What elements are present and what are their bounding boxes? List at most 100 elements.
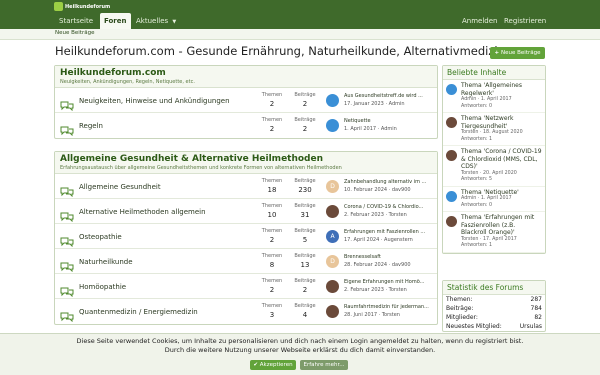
threads-label: Themen bbox=[261, 117, 283, 123]
forum-title[interactable]: Naturheilkunde bbox=[79, 258, 133, 266]
forum-chat-icon bbox=[60, 96, 74, 112]
popular-item[interactable]: Thema 'Netzwerk Tiergesundheit' Torsten ·… bbox=[443, 113, 545, 146]
forum-row[interactable]: Quantenmedizin / Energiemedizin Themen 3 Be… bbox=[55, 299, 437, 324]
last-post-title[interactable]: Raumfahrtmedizin für jederman... bbox=[344, 304, 436, 310]
category-heilkundeforum: Heilkundeforum.com Neuigkeiten, Ankündig… bbox=[54, 65, 438, 139]
new-posts-button-label: Neue Beiträge bbox=[501, 50, 541, 56]
forum-title[interactable]: Homöopathie bbox=[79, 283, 126, 291]
last-post-title[interactable]: Aus Gesundheitstreff.de wird ... bbox=[344, 93, 436, 99]
tab-foren[interactable]: Foren bbox=[100, 13, 131, 29]
thread-count: Themen 10 bbox=[257, 203, 287, 219]
popular-item-replies: Antworten: 0 bbox=[461, 103, 493, 109]
forum-row[interactable]: Homöopathie Themen 2 Beiträge 2 Eigene Erfahr… bbox=[55, 274, 437, 299]
posts-label: Beiträge bbox=[294, 228, 316, 234]
popular-item[interactable]: Thema 'Erfahrungen mit Faszienrollen (z.… bbox=[443, 212, 545, 253]
last-post-title[interactable]: Zahnbehandlung alternativ im ... bbox=[344, 179, 436, 185]
learn-more-button[interactable]: Erfahre mehr... bbox=[300, 360, 348, 370]
forum-stats-block: Statistik des Forums Themen: 287 Beiträge:… bbox=[442, 280, 546, 332]
tab-aktuelles-label: Aktuelles bbox=[136, 17, 169, 25]
forum-title[interactable]: Quantenmedizin / Energiemedizin bbox=[79, 308, 198, 316]
threads-label: Themen bbox=[261, 178, 283, 184]
forum-row[interactable]: Naturheilkunde Themen 8 Beiträge 13 D Brenness… bbox=[55, 249, 437, 274]
forum-title[interactable]: Neuigkeiten, Hinweise und Ankündigungen bbox=[79, 97, 230, 105]
popular-item-title[interactable]: Thema 'Corona / COVID-19 & Chlordioxid (… bbox=[461, 148, 542, 171]
popular-item-title[interactable]: Thema 'Netiquette' bbox=[461, 189, 542, 197]
login-link[interactable]: Anmelden bbox=[462, 13, 497, 29]
popular-item[interactable]: Thema 'Corona / COVID-19 & Chlordioxid (… bbox=[443, 146, 545, 187]
forum-chat-icon bbox=[60, 182, 74, 198]
forum-row[interactable]: Neuigkeiten, Hinweise und Ankündigungen T… bbox=[55, 88, 437, 113]
thread-count: Themen 18 bbox=[257, 178, 287, 194]
avatar[interactable]: D bbox=[326, 180, 339, 193]
stats-label: Neuestes Mitglied: bbox=[446, 323, 502, 330]
popular-item[interactable]: Thema 'Netiquette' Admin · 1. April 2017 A… bbox=[443, 187, 545, 212]
forum-row[interactable]: Allgemeine Gesundheit Themen 18 Beiträge 230… bbox=[55, 174, 437, 199]
avatar[interactable] bbox=[326, 205, 339, 218]
avatar[interactable]: D bbox=[326, 255, 339, 268]
thread-count: Themen 2 bbox=[257, 228, 287, 244]
avatar[interactable] bbox=[326, 280, 339, 293]
tab-aktuelles[interactable]: Aktuelles ▼ bbox=[132, 13, 180, 29]
posts-label: Beiträge bbox=[294, 303, 316, 309]
forum-title[interactable]: Alternative Heilmethoden allgemein bbox=[79, 208, 206, 216]
threads-value: 8 bbox=[269, 261, 275, 269]
register-link[interactable]: Registrieren bbox=[504, 13, 546, 29]
site-logo[interactable]: Heilkundeforum bbox=[54, 2, 110, 11]
popular-item-title[interactable]: Thema 'Erfahrungen mit Faszienrollen (z.… bbox=[461, 214, 542, 237]
avatar[interactable] bbox=[446, 190, 457, 202]
sub-nav: Neue Beiträge bbox=[0, 29, 600, 40]
logo-icon bbox=[54, 2, 63, 11]
forum-title[interactable]: Osteopathie bbox=[79, 233, 122, 241]
threads-label: Themen bbox=[261, 92, 283, 98]
popular-item-title[interactable]: Thema 'Allgemeines Regelwerk' bbox=[461, 82, 542, 97]
posts-label: Beiträge bbox=[294, 278, 316, 284]
category-description: Neuigkeiten, Ankündigungen, Regeln, Neti… bbox=[60, 79, 195, 85]
avatar[interactable] bbox=[446, 216, 457, 227]
popular-item-replies: Antworten: 1 bbox=[461, 243, 493, 248]
threads-value: 2 bbox=[269, 236, 275, 244]
post-count: Beiträge 2 bbox=[290, 278, 320, 294]
avatar[interactable]: A bbox=[326, 230, 339, 243]
thread-count: Themen 2 bbox=[257, 278, 287, 294]
post-count: Beiträge 2 bbox=[290, 92, 320, 108]
stats-row: Neuestes Mitglied: Ursulas bbox=[443, 322, 545, 331]
last-post-title[interactable]: Brennesselsaft bbox=[344, 254, 436, 260]
forum-chat-icon bbox=[60, 257, 74, 273]
category-title[interactable]: Heilkundeforum.com bbox=[60, 68, 432, 78]
last-post-title[interactable]: Netiquette bbox=[344, 118, 436, 124]
last-post-meta: 28. Februar 2024 · dav900 bbox=[344, 262, 411, 268]
popular-item[interactable]: Thema 'Allgemeines Regelwerk' Admin · 1. … bbox=[443, 80, 545, 113]
posts-value: 31 bbox=[300, 211, 310, 219]
accept-cookies-label: Akzeptieren bbox=[259, 362, 293, 368]
forum-title[interactable]: Allgemeine Gesundheit bbox=[79, 183, 161, 191]
threads-value: 10 bbox=[267, 211, 277, 219]
avatar[interactable] bbox=[326, 305, 339, 318]
popular-item-title[interactable]: Thema 'Netzwerk Tiergesundheit' bbox=[461, 115, 542, 130]
forum-title[interactable]: Regeln bbox=[79, 122, 103, 130]
new-posts-button[interactable]: + Neue Beiträge bbox=[490, 47, 545, 59]
last-post-title[interactable]: Corona / COVID-19 & Chlordio... bbox=[344, 204, 436, 210]
last-post-meta: 17. April 2024 · Augenstern bbox=[344, 237, 413, 243]
forum-row[interactable]: Osteopathie Themen 2 Beiträge 5 A Erfahrungen … bbox=[55, 224, 437, 249]
avatar[interactable] bbox=[326, 119, 339, 132]
accept-cookies-button[interactable]: ✔ Akzeptieren bbox=[250, 360, 296, 370]
category-title[interactable]: Allgemeine Gesundheit & Alternative Heil… bbox=[60, 154, 432, 164]
last-post-meta: 2. Februar 2023 · Torsten bbox=[344, 287, 407, 293]
avatar[interactable] bbox=[446, 84, 457, 95]
tab-startseite[interactable]: Startseite bbox=[55, 13, 97, 29]
forum-row[interactable]: Alternative Heilmethoden allgemein Themen… bbox=[55, 199, 437, 224]
posts-value: 4 bbox=[302, 311, 308, 319]
avatar[interactable] bbox=[326, 94, 339, 107]
cookie-notice: Diese Seite verwendet Cookies, um Inhalt… bbox=[0, 333, 600, 375]
popular-item-replies: Antworten: 1 bbox=[461, 136, 493, 142]
threads-label: Themen bbox=[261, 303, 283, 309]
popular-content-title: Beliebte Inhalte bbox=[443, 66, 545, 80]
avatar[interactable] bbox=[446, 150, 457, 161]
posts-value: 2 bbox=[302, 286, 308, 294]
stats-value: 784 bbox=[530, 305, 542, 312]
forum-row[interactable]: Regeln Themen 2 Beiträge 2 Netiquette 1. April… bbox=[55, 113, 437, 138]
new-posts-link[interactable]: Neue Beiträge bbox=[55, 30, 94, 36]
last-post-title[interactable]: Eigene Erfahrungen mit Homö... bbox=[344, 279, 436, 285]
last-post-title[interactable]: Erfahrungen mit Faszienrollen ... bbox=[344, 229, 436, 235]
avatar[interactable] bbox=[446, 117, 457, 128]
